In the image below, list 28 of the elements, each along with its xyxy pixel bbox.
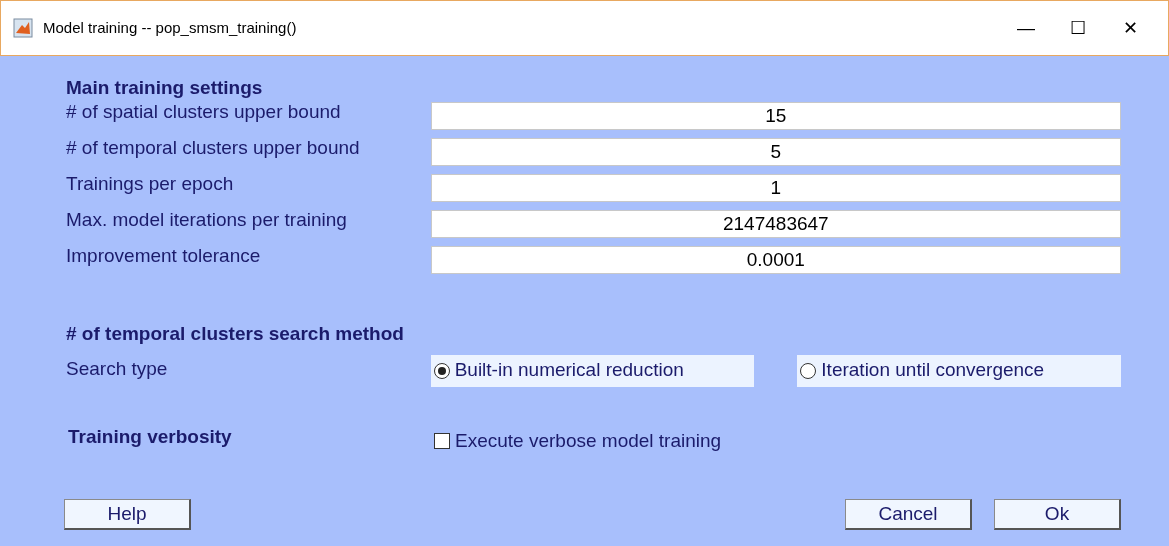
number-field[interactable]: 15	[430, 102, 1121, 130]
window-control[interactable]: ✕	[1104, 14, 1156, 42]
checkbox-option[interactable]: Execute verbose model training	[431, 426, 722, 455]
number-field[interactable]: 2147483647	[430, 210, 1121, 238]
app-icon	[13, 18, 33, 38]
number-field[interactable]: 1	[430, 174, 1121, 202]
dialog-button[interactable]: Help	[64, 499, 191, 530]
section-heading: Training verbosity	[67, 424, 233, 449]
field-label: Trainings per epoch	[66, 172, 235, 196]
radio-button[interactable]	[800, 362, 817, 379]
field-label: Max. model iterations per training	[66, 208, 348, 232]
field-label: Improvement tolerance	[66, 244, 262, 268]
number-field[interactable]: 5	[430, 138, 1121, 166]
field-label: Search type	[66, 356, 169, 381]
radio-option[interactable]: Iteration until convergence	[797, 354, 1121, 387]
field-label: # of temporal clusters upper bound	[66, 136, 361, 160]
checkbox[interactable]	[434, 432, 450, 449]
field-label: # of spatial clusters upper bound	[66, 100, 342, 124]
section-heading: # of temporal clusters search method	[66, 322, 405, 346]
dialog-button[interactable]: Ok	[994, 499, 1121, 530]
radio-button[interactable]	[433, 362, 450, 379]
window-control[interactable]: ☐	[1052, 14, 1104, 42]
radio-option[interactable]: Built-in numerical reduction	[430, 354, 755, 387]
number-field[interactable]: 0.0001	[430, 246, 1121, 274]
dialog-button[interactable]: Cancel	[845, 499, 972, 530]
section-heading: Main training settings	[66, 76, 264, 100]
window-title: Model training -- pop_smsm_training()	[43, 17, 297, 38]
window-control[interactable]: —	[1000, 14, 1052, 42]
